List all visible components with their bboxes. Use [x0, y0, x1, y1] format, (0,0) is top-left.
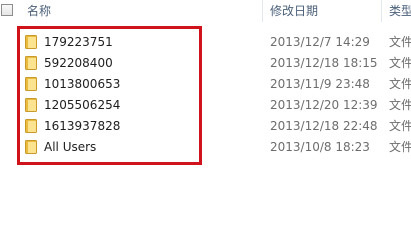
- file-type: 文件: [389, 56, 411, 70]
- file-type: 文件: [389, 77, 411, 91]
- file-date-modified: 2013/10/8 18:23: [270, 140, 370, 154]
- column-header-row: 名称 修改日期 类型: [0, 0, 411, 22]
- column-divider[interactable]: [262, 0, 263, 22]
- column-divider[interactable]: [381, 0, 382, 22]
- file-row[interactable]: 1205506254 2013/12/20 12:39 文件: [0, 95, 411, 115]
- column-header-type[interactable]: 类型: [389, 3, 411, 19]
- file-date-modified: 2013/11/9 23:48: [270, 77, 370, 91]
- file-row[interactable]: 1613937828 2013/12/18 22:48 文件: [0, 116, 411, 136]
- folder-icon: [25, 77, 37, 91]
- file-name: All Users: [44, 140, 97, 154]
- column-header-date-modified[interactable]: 修改日期: [270, 3, 318, 19]
- folder-icon: [25, 140, 37, 154]
- file-row[interactable]: 1013800653 2013/11/9 23:48 文件: [0, 74, 411, 94]
- file-type: 文件: [389, 98, 411, 112]
- file-type: 文件: [389, 35, 411, 49]
- file-row[interactable]: 592208400 2013/12/18 18:15 文件: [0, 53, 411, 73]
- file-name: 179223751: [44, 35, 113, 49]
- folder-icon: [25, 56, 37, 70]
- file-name: 1013800653: [44, 77, 121, 91]
- folder-icon: [25, 98, 37, 112]
- file-date-modified: 2013/12/20 12:39: [270, 98, 378, 112]
- file-type: 文件: [389, 119, 411, 133]
- file-date-modified: 2013/12/7 14:29: [270, 35, 370, 49]
- folder-icon: [25, 35, 37, 49]
- folder-icon: [25, 119, 37, 133]
- select-all-checkbox[interactable]: [1, 4, 13, 16]
- file-type: 文件: [389, 140, 411, 154]
- file-name: 592208400: [44, 56, 113, 70]
- file-row[interactable]: 179223751 2013/12/7 14:29 文件: [0, 32, 411, 52]
- file-explorer-list: 名称 修改日期 类型 179223751 2013/12/7 14:29 文件 …: [0, 0, 411, 242]
- column-header-name[interactable]: 名称: [27, 3, 51, 19]
- file-date-modified: 2013/12/18 22:48: [270, 119, 378, 133]
- file-date-modified: 2013/12/18 18:15: [270, 56, 378, 70]
- file-name: 1205506254: [44, 98, 121, 112]
- file-row[interactable]: All Users 2013/10/8 18:23 文件: [0, 137, 411, 157]
- file-name: 1613937828: [44, 119, 121, 133]
